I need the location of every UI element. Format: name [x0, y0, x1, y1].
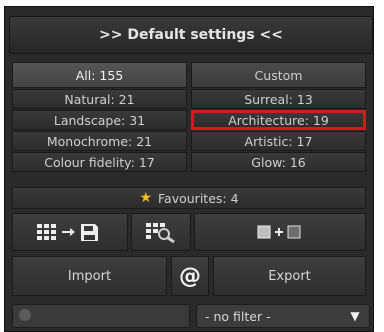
category-glow[interactable]: Glow: 16 [191, 152, 366, 172]
export-label: Export [268, 268, 311, 284]
category-row: Colour fidelity: 17 Glow: 16 [12, 152, 366, 172]
at-icon: @ [179, 263, 201, 289]
category-natural[interactable]: Natural: 21 [12, 89, 187, 109]
category-custom[interactable]: Custom [191, 62, 366, 88]
email-button[interactable]: @ [171, 256, 209, 296]
combine-button[interactable] [194, 213, 366, 251]
favourites-label: Favourites: 4 [158, 190, 239, 206]
favourites-button[interactable]: ★ Favourites: 4 [12, 187, 366, 209]
star-icon: ★ [139, 190, 153, 206]
export-button[interactable]: Export [213, 256, 366, 296]
category-grid: All: 155 Custom Natural: 21 Surreal: 13 … [12, 62, 366, 173]
search-icon [19, 309, 31, 321]
category-colour-fidelity[interactable]: Colour fidelity: 17 [12, 152, 187, 172]
grid-to-save-icon [37, 224, 98, 241]
category-monochrome[interactable]: Monochrome: 21 [12, 131, 187, 151]
filter-selected-value: - no filter - [205, 308, 271, 324]
category-row: All: 155 Custom [12, 62, 366, 88]
chevron-down-icon[interactable]: ▼ [346, 309, 364, 323]
category-all[interactable]: All: 155 [12, 62, 187, 88]
search-input[interactable] [12, 304, 190, 328]
category-row: Landscape: 31 Architecture: 19 [12, 110, 366, 130]
category-row: Monochrome: 21 Artistic: 17 [12, 131, 366, 151]
save-grid-button[interactable] [12, 213, 128, 251]
category-surreal[interactable]: Surreal: 13 [191, 89, 366, 109]
grid-preview-button[interactable] [131, 213, 191, 251]
import-button[interactable]: Import [12, 256, 167, 296]
grid-magnify-icon [146, 223, 175, 244]
default-settings-header[interactable]: >> Default settings << [9, 16, 373, 54]
square-plus-square-icon [257, 225, 301, 239]
header-title: >> Default settings << [99, 27, 283, 43]
category-row: Natural: 21 Surreal: 13 [12, 89, 366, 109]
category-artistic[interactable]: Artistic: 17 [191, 131, 366, 151]
filter-select[interactable]: - no filter - ▼ [196, 304, 370, 328]
category-architecture[interactable]: Architecture: 19 [191, 110, 366, 130]
category-landscape[interactable]: Landscape: 31 [12, 110, 187, 130]
import-label: Import [67, 268, 112, 284]
